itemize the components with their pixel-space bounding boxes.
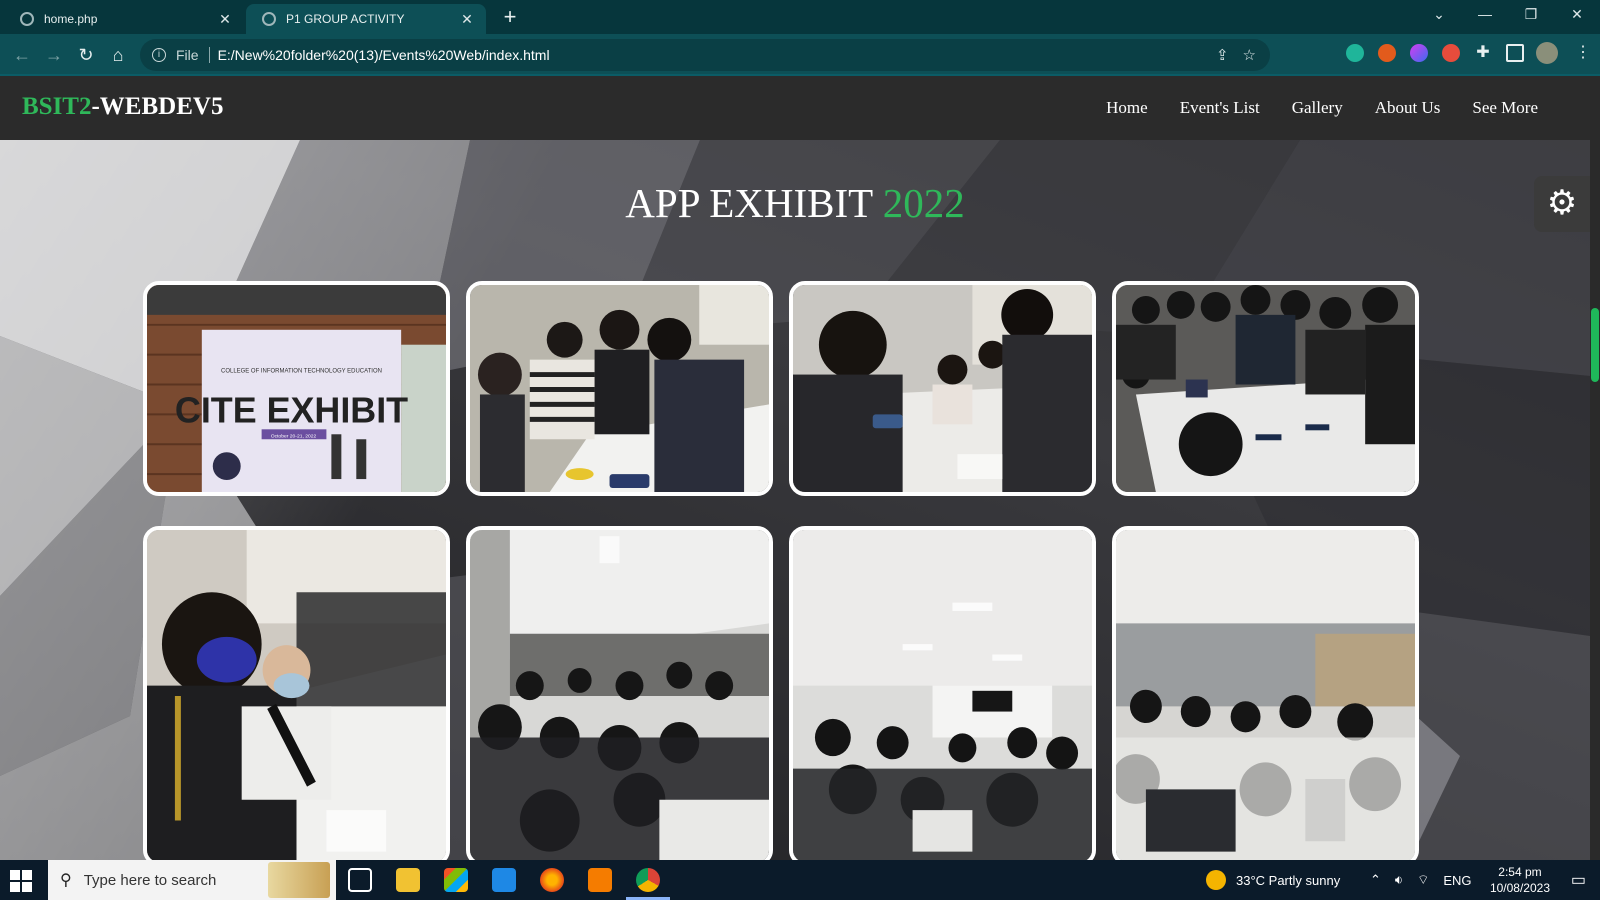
weather-widget[interactable]: 33°C Partly sunny [1206,860,1340,900]
info-icon[interactable]: i [152,48,166,62]
clock-time: 2:54 pm [1498,865,1542,879]
heading-main: APP EXHIBIT [625,180,873,226]
browser-tabstrip: home.php ✕ P1 GROUP ACTIVITY ✕ + ⌄ — ❐ ✕ [0,0,1600,34]
notifications-icon[interactable]: ▭ [1571,860,1586,900]
menu-kebab-icon[interactable]: ⋮ [1574,44,1592,62]
tab-p1-group-activity[interactable]: P1 GROUP ACTIVITY ✕ [246,4,486,34]
nav-about-us[interactable]: About Us [1375,98,1441,118]
gallery-photo-classroom[interactable] [789,526,1096,860]
tab-title: P1 GROUP ACTIVITY [286,12,405,26]
chrome-icon[interactable] [636,868,660,892]
close-window-button[interactable]: ✕ [1554,0,1600,30]
nav-home[interactable]: Home [1106,98,1148,118]
extension-icon[interactable] [1442,44,1460,62]
nav-see-more[interactable]: See More [1472,98,1538,118]
nav-gallery[interactable]: Gallery [1292,98,1343,118]
extension-icon[interactable] [1378,44,1396,62]
language-indicator[interactable]: ENG [1443,873,1471,888]
home-button[interactable]: ⌂ [104,42,132,68]
microsoft-store-icon[interactable] [444,868,468,892]
divider [208,47,210,63]
partly-sunny-icon [1206,870,1226,890]
gallery-photo-crowd-laptop[interactable] [1112,281,1419,496]
file-explorer-icon[interactable] [396,868,420,892]
search-icon: ⚲ [60,872,72,889]
photo-image [470,530,769,860]
tab-home-php[interactable]: home.php ✕ [4,4,244,34]
gallery-photo-laptops[interactable] [1112,526,1419,860]
banner-date: October 20-21, 2022 [271,433,317,439]
profile-avatar[interactable] [1536,42,1558,64]
scheme-label: File [176,47,199,63]
photo-image [470,285,769,492]
grammarly-extension-icon[interactable] [1346,44,1364,62]
gallery-photo-room-crowd[interactable] [466,526,773,860]
gallery-photo-microphone[interactable] [143,526,450,860]
photo-image: COLLEGE OF INFORMATION TECHNOLOGY EDUCAT… [147,285,446,492]
gear-icon[interactable]: ⚙ [1534,176,1590,232]
url-text[interactable]: E:/New%20folder%20(13)/Events%20Web/inde… [218,47,550,63]
system-clock[interactable]: 2:54 pm 10/08/2023 [1490,864,1550,896]
nav-events-list[interactable]: Event's List [1180,98,1260,118]
heading-year: 2022 [882,180,965,226]
gallery-photo-students-table[interactable] [789,281,1096,496]
mail-icon[interactable] [492,868,516,892]
photo-image [1116,530,1415,860]
new-tab-button[interactable]: + [496,4,524,32]
search-placeholder: Type here to search [83,871,217,889]
chevron-up-icon[interactable]: ⌃ [1370,872,1381,888]
close-icon[interactable]: ✕ [216,11,234,28]
banner-title: CITE EXHIBIT [175,390,408,430]
windows-start-icon[interactable] [10,870,32,892]
task-view-icon[interactable] [348,868,372,892]
address-bar[interactable]: i File E:/New%20folder%20(13)/Events%20W… [140,39,1270,71]
system-tray: ⌃ 🔉︎ ⌔ ENG [1370,860,1472,900]
restore-button[interactable]: ❐ [1508,0,1554,30]
site-navbar: BSIT2-WEBDEV5 Home Event's List Gallery … [0,76,1590,140]
bookmark-star-icon[interactable]: ☆ [1243,46,1256,64]
banner-subtext: COLLEGE OF INFORMATION TECHNOLOGY EDUCAT… [221,369,382,375]
gallery-photo-students-phones[interactable] [466,281,773,496]
logo-prefix: BSIT2 [22,93,92,120]
photo-image [1116,285,1415,492]
globe-icon [262,12,276,26]
webpage: BSIT2-WEBDEV5 Home Event's List Gallery … [0,76,1590,860]
volume-icon[interactable]: 🔉︎ [1395,872,1403,888]
firefox-icon[interactable] [540,868,564,892]
wifi-icon[interactable]: ⌔ [1417,872,1429,888]
windows-taskbar: ⚲ Type here to search 33°C Partly sunny … [0,860,1600,900]
reload-button[interactable]: ↻ [72,42,100,68]
back-button[interactable]: ← [8,42,36,68]
photo-image [793,530,1092,860]
page-title: APP EXHIBIT 2022 [0,179,1590,227]
gallery-photo-cite-banner[interactable]: COLLEGE OF INFORMATION TECHNOLOGY EDUCAT… [143,281,450,496]
clock-date: 10/08/2023 [1489,881,1550,895]
puzzle-extensions-icon[interactable]: ✚ [1474,44,1492,62]
extension-icon[interactable] [1410,44,1428,62]
logo-suffix: -WEBDEV5 [91,93,224,120]
share-icon[interactable]: ⇪ [1216,46,1229,64]
page-scrollbar[interactable] [1590,76,1600,860]
weather-text: 33°C Partly sunny [1236,872,1341,888]
site-menu: Home Event's List Gallery About Us See M… [1106,98,1538,118]
site-logo[interactable]: BSIT2-WEBDEV5 [22,93,223,121]
xampp-icon[interactable] [588,868,612,892]
photo-image [793,285,1092,492]
tab-title: home.php [44,12,98,26]
forward-button[interactable]: → [40,42,68,68]
minimize-button[interactable]: — [1462,0,1508,30]
lion-search-highlight-image [268,862,330,898]
tab-search-icon[interactable]: ⌄ [1416,0,1462,30]
globe-icon [20,12,34,26]
photo-image [147,530,446,860]
scrollbar-thumb[interactable] [1591,308,1599,382]
close-icon[interactable]: ✕ [458,11,476,28]
side-panel-icon[interactable] [1506,44,1524,62]
taskbar-search-input[interactable]: ⚲ Type here to search [48,860,336,900]
